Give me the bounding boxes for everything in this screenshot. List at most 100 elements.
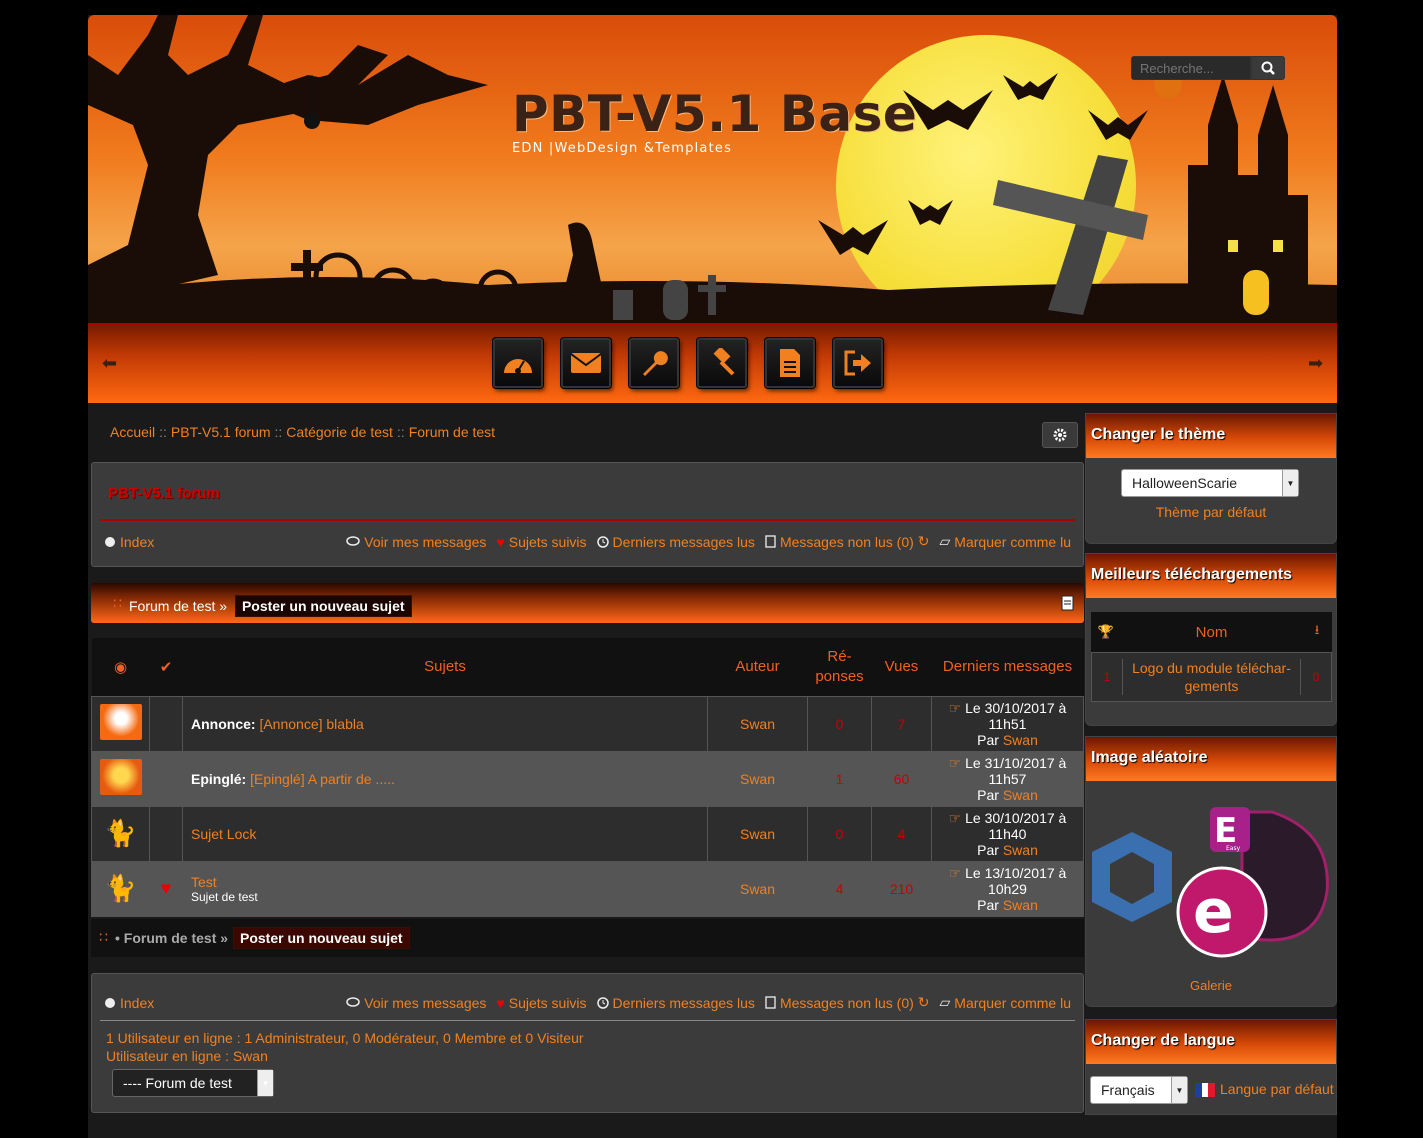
divider [100, 519, 1075, 521]
page-icon[interactable] [1061, 595, 1075, 611]
index-link[interactable]: Index [104, 533, 154, 550]
nav-next-arrow-icon[interactable]: ➡ [1308, 353, 1323, 374]
followed-topics-link[interactable]: ♥ Sujets suivis [496, 994, 586, 1011]
divider [100, 1020, 1075, 1021]
breadcrumb-current[interactable]: Forum de test [409, 424, 495, 440]
search-button[interactable] [1251, 56, 1285, 80]
goto-post-icon[interactable]: ☞ [949, 810, 962, 826]
topic-author[interactable]: Swan [707, 805, 808, 862]
last-poster[interactable]: Swan [1003, 897, 1038, 913]
nav-messages-button[interactable] [561, 338, 611, 388]
goto-post-icon[interactable]: ☞ [949, 755, 962, 771]
random-image-widget: Image aléatoire E Easy e Galerie [1085, 736, 1337, 1007]
header-banner: PBT-V5.1 Base EDN |WebDesign &Templates [88, 15, 1337, 323]
envelope-icon [570, 353, 602, 373]
topic-replies: 0 [807, 695, 872, 752]
options-button[interactable] [1042, 422, 1078, 448]
cat-icon: 🐈 [104, 873, 137, 903]
nav-moderation-button[interactable] [697, 338, 747, 388]
topic-author[interactable]: Swan [707, 860, 808, 917]
nav-dashboard-button[interactable] [493, 338, 543, 388]
topic-title[interactable]: Sujet Lock [191, 826, 256, 842]
topic-title[interactable]: [Annonce] blabla [259, 716, 363, 732]
topic-author[interactable]: Swan [707, 695, 808, 752]
goto-post-icon[interactable]: ☞ [949, 700, 962, 716]
quicklinks-bottom: Index Voir mes messages ♥ Sujets suivis D… [104, 994, 1071, 1011]
nav-prev-arrow-icon[interactable]: ⬅ [102, 353, 117, 374]
topic-title[interactable]: [Epinglé] A partir de ..... [250, 771, 395, 787]
my-messages-link[interactable]: Voir mes messages [346, 994, 486, 1011]
theme-select[interactable]: HalloweenScarie ▼ [1121, 469, 1299, 497]
logo-label: Easy [1226, 845, 1241, 852]
topic-author[interactable]: Swan [707, 750, 808, 807]
topics-table: ◉ ✔ Sujets Auteur Ré- ponses Vues Dernie… [91, 638, 1084, 917]
topic-views: 210 [871, 860, 932, 917]
topic-replies: 1 [807, 750, 872, 807]
random-image[interactable]: E Easy e [1092, 802, 1332, 962]
wrench-icon [643, 351, 668, 376]
last-read-link[interactable]: Derniers messages lus [596, 994, 755, 1011]
table-header-row: ◉ ✔ Sujets Auteur Ré- ponses Vues Dernie… [91, 638, 1084, 696]
last-poster[interactable]: Swan [1003, 787, 1038, 803]
last-poster[interactable]: Swan [1003, 732, 1038, 748]
last-poster[interactable]: Swan [1003, 842, 1038, 858]
topic-bar-top: ∷ Forum de test » Poster un nouveau suje… [91, 583, 1084, 623]
gallery-link[interactable]: Galerie [1086, 978, 1336, 993]
document-icon [780, 349, 800, 377]
rss-icon[interactable]: ∷ [99, 929, 108, 946]
table-row: 🐈 Sujet Lock Swan 0 4 ☞ Le 30/10/2017 à … [91, 805, 1084, 862]
site-container: PBT-V5.1 Base EDN |WebDesign &Templates … [88, 15, 1337, 1138]
online-users: Utilisateur en ligne : Swan [106, 1048, 268, 1064]
download-name[interactable]: Logo du module téléchar- gements [1122, 659, 1301, 695]
forum-header-panel: PBT-V5.1 forum Index Voir mes messages ♥… [91, 462, 1084, 567]
chevron-down-icon: ▼ [1282, 470, 1298, 496]
header-author: Auteur [707, 638, 808, 696]
dashboard-icon [504, 359, 532, 374]
index-link[interactable]: Index [104, 994, 154, 1011]
last-read-link[interactable]: Derniers messages lus [596, 533, 755, 550]
unread-link[interactable]: Messages non lus (0) ↻ [765, 994, 930, 1011]
widget-title: Changer le thème [1091, 426, 1226, 443]
default-theme-link[interactable]: Thème par défaut [1086, 504, 1336, 520]
header-replies: Ré- ponses [807, 638, 872, 696]
breadcrumb-forum[interactable]: PBT-V5.1 forum [171, 424, 271, 440]
online-summary: 1 Utilisateur en ligne : 1 Administrateu… [106, 1030, 584, 1046]
topic-description: Sujet de test [191, 889, 258, 904]
navigation-bar: ⬅ ➡ [88, 323, 1337, 403]
nav-documents-button[interactable] [765, 338, 815, 388]
comments-icon [346, 535, 360, 546]
breadcrumb-category[interactable]: Catégorie de test [286, 424, 393, 440]
my-messages-link[interactable]: Voir mes messages [346, 533, 486, 550]
downloads-widget: Meilleurs téléchargements 🏆 Nom ⭳ 1 Logo… [1085, 553, 1337, 726]
download-icon: ⭳ [1314, 622, 1320, 637]
mark-read-link[interactable]: ▱ Marquer comme lu [940, 994, 1071, 1011]
post-new-topic-button[interactable]: Poster un nouveau sujet [233, 927, 410, 949]
post-new-topic-button[interactable]: Poster un nouveau sujet [234, 595, 412, 617]
search-input[interactable] [1131, 56, 1251, 80]
topic-views: 60 [871, 750, 932, 807]
mark-read-link[interactable]: ▱ Marquer comme lu [940, 533, 1071, 550]
breadcrumb-home[interactable]: Accueil [110, 424, 155, 440]
clock-icon [596, 996, 609, 1009]
trophy-icon: 🏆 [1097, 624, 1115, 639]
site-title: PBT-V5.1 Base [512, 85, 918, 143]
quicklinks: Index Voir mes messages ♥ Sujets suivis D… [104, 533, 1071, 550]
rss-icon[interactable]: ∷ [113, 595, 122, 612]
widget-title: Changer de langue [1091, 1032, 1236, 1049]
nav-settings-button[interactable] [629, 338, 679, 388]
nav-logout-button[interactable] [833, 338, 883, 388]
forum-jump-select[interactable]: ---- Forum de test ▼ [112, 1069, 274, 1097]
forum-name-link[interactable]: Forum de test » [129, 598, 227, 614]
forum-name-link[interactable]: • Forum de test » [115, 930, 228, 946]
topic-replies: 4 [807, 860, 872, 917]
goto-post-icon[interactable]: ☞ [949, 865, 962, 881]
topic-replies: 0 [807, 805, 872, 862]
language-select[interactable]: Français ▼ [1090, 1076, 1188, 1104]
topic-views: 7 [871, 695, 932, 752]
table-row: Annonce: [Annonce] blabla Swan 0 7 ☞ Le … [91, 695, 1084, 752]
topic-title[interactable]: Test [191, 874, 707, 890]
default-language-link[interactable]: Langue par défaut [1220, 1081, 1334, 1097]
followed-topics-link[interactable]: ♥ Sujets suivis [496, 533, 586, 550]
unread-link[interactable]: Messages non lus (0) ↻ [765, 533, 930, 550]
french-flag-icon [1195, 1083, 1216, 1097]
